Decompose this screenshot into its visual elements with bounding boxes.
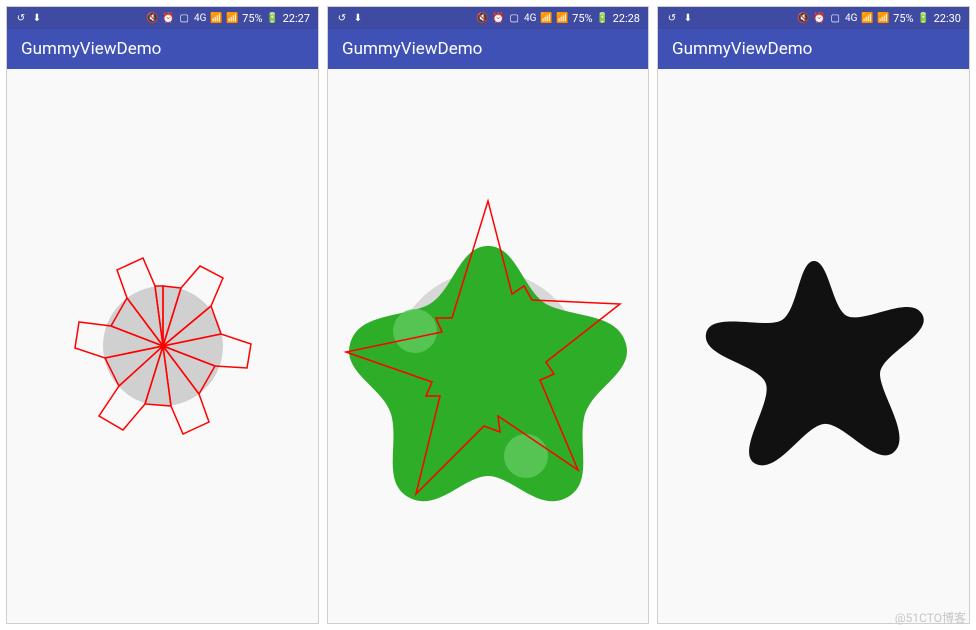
gummy-view-starfish — [684, 216, 944, 476]
signal2-icon: 📶 — [226, 12, 238, 24]
green-blob — [349, 246, 627, 501]
alarm-icon: ⏰ — [162, 12, 174, 24]
mute-icon: 🔇 — [797, 12, 809, 24]
status-time: 22:28 — [613, 12, 640, 25]
app-icon: ▢ — [178, 12, 190, 24]
screenshot-panel-2: ↺ ⬇ 🔇 ⏰ ▢ 4G 📶 📶 75% 🔋 22:28 GummyViewDe… — [327, 6, 649, 624]
network-icon: 4G — [194, 12, 206, 24]
status-time: 22:30 — [934, 12, 961, 25]
signal-icon: 📶 — [540, 12, 552, 24]
app-bar: GummyViewDemo — [658, 29, 969, 69]
network-icon: 4G — [845, 12, 857, 24]
status-left: ↺ ⬇ — [15, 12, 43, 24]
battery-icon: 🔋 — [597, 12, 609, 24]
status-left: ↺ ⬇ — [666, 12, 694, 24]
gummy-view-radial — [33, 216, 293, 476]
signal-icon: 📶 — [861, 12, 873, 24]
watermark: @51CTO博客 — [895, 609, 966, 626]
sync-icon: ↺ — [15, 12, 27, 24]
status-right: 🔇 ⏰ ▢ 4G 📶 📶 75% 🔋 22:30 — [797, 12, 961, 25]
alarm-icon: ⏰ — [813, 12, 825, 24]
status-right: 🔇 ⏰ ▢ 4G 📶 📶 75% 🔋 22:27 — [146, 12, 310, 25]
status-time: 22:27 — [283, 12, 310, 25]
app-icon: ▢ — [829, 12, 841, 24]
green-light-1 — [393, 309, 437, 353]
status-bar: ↺ ⬇ 🔇 ⏰ ▢ 4G 📶 📶 75% 🔋 22:30 — [658, 7, 969, 29]
download-icon: ⬇ — [682, 12, 694, 24]
network-icon: 4G — [524, 12, 536, 24]
content-area-1 — [7, 69, 318, 623]
battery-pct: 75% — [893, 12, 913, 25]
battery-pct: 75% — [572, 12, 592, 25]
sync-icon: ↺ — [666, 12, 678, 24]
sync-icon: ↺ — [336, 12, 348, 24]
mute-icon: 🔇 — [476, 12, 488, 24]
content-area-3 — [658, 69, 969, 623]
download-icon: ⬇ — [31, 12, 43, 24]
download-icon: ⬇ — [352, 12, 364, 24]
battery-icon: 🔋 — [267, 12, 279, 24]
battery-icon: 🔋 — [918, 12, 930, 24]
signal-icon: 📶 — [210, 12, 222, 24]
battery-pct: 75% — [242, 12, 262, 25]
app-icon: ▢ — [508, 12, 520, 24]
screenshot-panel-1: ↺ ⬇ 🔇 ⏰ ▢ 4G 📶 📶 75% 🔋 22:27 GummyViewDe… — [6, 6, 319, 624]
app-bar: GummyViewDemo — [7, 29, 318, 69]
starfish-shape — [705, 261, 923, 465]
app-bar: GummyViewDemo — [328, 29, 648, 69]
app-title: GummyViewDemo — [21, 39, 161, 59]
status-left: ↺ ⬇ — [336, 12, 364, 24]
status-right: 🔇 ⏰ ▢ 4G 📶 📶 75% 🔋 22:28 — [476, 12, 640, 25]
gummy-view-flower — [328, 146, 648, 546]
content-area-2 — [328, 69, 648, 623]
app-title: GummyViewDemo — [672, 39, 812, 59]
screenshot-panel-3: ↺ ⬇ 🔇 ⏰ ▢ 4G 📶 📶 75% 🔋 22:30 GummyViewDe… — [657, 6, 970, 624]
status-bar: ↺ ⬇ 🔇 ⏰ ▢ 4G 📶 📶 75% 🔋 22:27 — [7, 7, 318, 29]
green-light-2 — [504, 434, 548, 478]
status-bar: ↺ ⬇ 🔇 ⏰ ▢ 4G 📶 📶 75% 🔋 22:28 — [328, 7, 648, 29]
mute-icon: 🔇 — [146, 12, 158, 24]
alarm-icon: ⏰ — [492, 12, 504, 24]
radial-wedges — [75, 258, 251, 434]
app-title: GummyViewDemo — [342, 39, 482, 59]
signal2-icon: 📶 — [877, 12, 889, 24]
signal2-icon: 📶 — [556, 12, 568, 24]
